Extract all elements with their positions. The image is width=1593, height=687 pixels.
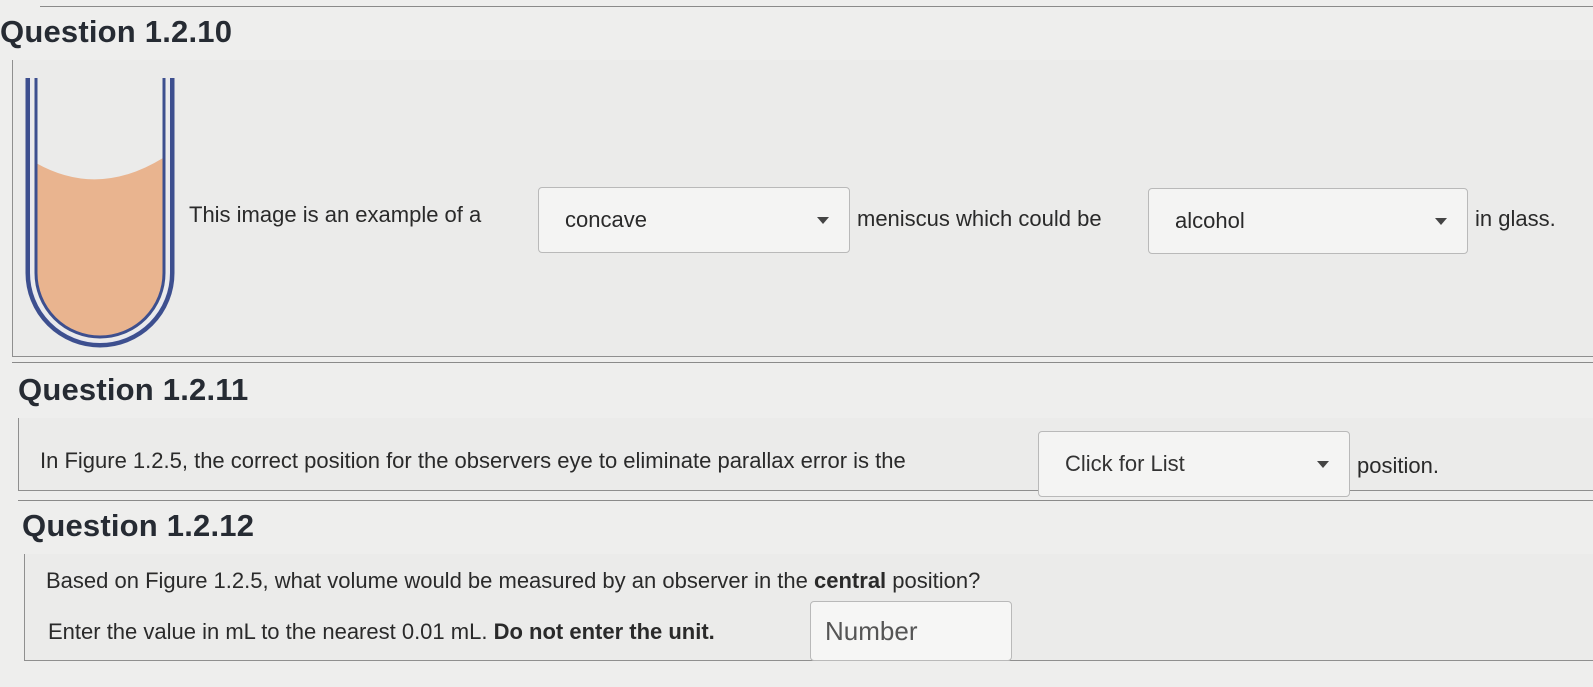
q11-sentence-start: In Figure 1.2.5, the correct position fo… bbox=[40, 448, 906, 473]
liquid-select[interactable]: alcohol bbox=[1148, 188, 1468, 254]
q12-question-text: Based on Figure 1.2.5, what volume would… bbox=[46, 568, 980, 594]
question-1-2-10-title: Question 1.2.10 bbox=[0, 14, 233, 49]
question-1-2-11-title: Question 1.2.11 bbox=[18, 372, 249, 407]
volume-number-input[interactable] bbox=[810, 601, 1012, 661]
q12-instruction-bold: Do not enter the unit. bbox=[493, 619, 715, 644]
q10-sentence-start: This image is an example of a bbox=[189, 202, 482, 227]
observer-position-select[interactable]: Click for List bbox=[1038, 431, 1350, 497]
q11-top-divider bbox=[12, 362, 1593, 363]
test-tube-concave-meniscus-figure bbox=[25, 78, 175, 348]
observer-position-value: Click for List bbox=[1065, 451, 1185, 476]
q11-sentence-end: position. bbox=[1357, 453, 1439, 478]
q12-instruction: Enter the value in mL to the nearest 0.0… bbox=[48, 619, 488, 644]
caret-down-icon bbox=[1317, 461, 1329, 468]
question-1-2-12-title: Question 1.2.12 bbox=[22, 508, 255, 543]
q12-top-divider bbox=[18, 500, 1593, 501]
caret-down-icon bbox=[817, 217, 829, 224]
caret-down-icon bbox=[1435, 218, 1447, 225]
meniscus-type-value: concave bbox=[565, 207, 647, 232]
q12-instruction-text: Enter the value in mL to the nearest 0.0… bbox=[48, 619, 715, 645]
top-divider bbox=[40, 6, 1593, 7]
meniscus-type-select[interactable]: concave bbox=[538, 187, 850, 253]
q12-question-end: position? bbox=[892, 568, 981, 593]
q10-sentence-mid: meniscus which could be bbox=[857, 206, 1102, 231]
liquid-value: alcohol bbox=[1175, 208, 1245, 233]
q12-question-start: Based on Figure 1.2.5, what volume would… bbox=[46, 568, 808, 593]
q10-sentence-end: in glass. bbox=[1475, 206, 1556, 231]
q12-question-bold: central bbox=[814, 568, 887, 593]
